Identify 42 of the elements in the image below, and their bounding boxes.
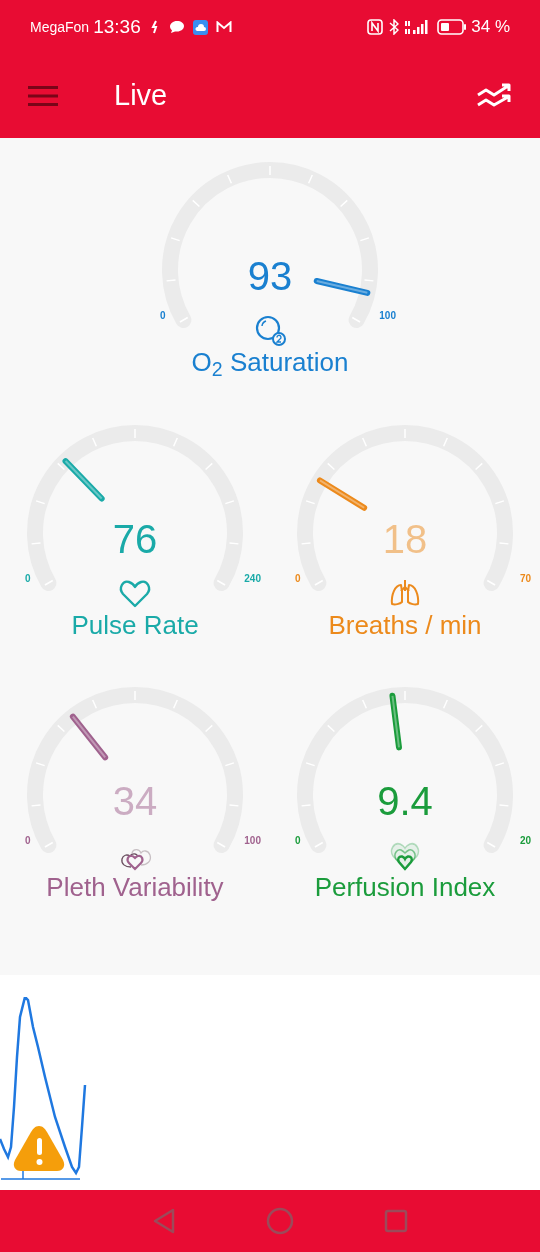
gauge-min: 0 [160, 311, 166, 321]
status-time: 13:36 [93, 14, 141, 39]
gauge-label: Pleth Variability [46, 874, 224, 900]
gauge-max: 100 [379, 311, 396, 321]
gauge-min: 0 [25, 836, 31, 846]
gauge-min: 0 [295, 836, 301, 846]
gauge-max: 240 [244, 574, 261, 584]
home-icon[interactable] [266, 1207, 294, 1235]
gauge-max: 100 [244, 836, 261, 846]
gauge-max: 20 [519, 836, 531, 846]
gauge-min: 0 [295, 574, 301, 584]
notification-icon [150, 20, 159, 34]
battery-icon [437, 19, 468, 35]
gauge-value: 93 [246, 256, 294, 296]
recents-icon[interactable] [384, 1209, 408, 1233]
gauge-needle [62, 458, 105, 502]
carrier-name: MegaFon [30, 17, 90, 37]
gauge-needle [69, 713, 109, 761]
screen-title: Live [114, 78, 168, 114]
chat-icon [168, 20, 185, 34]
gauge-label: Pulse Rate [71, 612, 199, 638]
menu-icon[interactable] [28, 84, 60, 108]
gauge-label: O$_{2}$ Saturation [191, 349, 349, 375]
gauge-label: Perfusion Index [314, 874, 496, 900]
signal-icon [405, 19, 430, 35]
nfc-icon [367, 19, 384, 35]
battery-percent: 34 % [471, 16, 510, 39]
back-icon[interactable] [152, 1208, 176, 1234]
gauge-value: 18 [381, 519, 429, 559]
warning-icon [12, 1124, 66, 1172]
gauge-needle [313, 277, 371, 296]
gauge-min: 0 [25, 574, 31, 584]
gauge-label: Breaths / min [328, 612, 482, 638]
gauge-max: 70 [519, 574, 531, 584]
gauge-needle [316, 477, 368, 511]
gauge-value: 9.4 [376, 781, 434, 821]
gauge-value: 76 [111, 519, 159, 559]
mail-icon [215, 21, 232, 33]
cloud-icon [192, 19, 208, 35]
gauge-value: 34 [111, 781, 159, 821]
bluetooth-icon [389, 19, 400, 35]
gauge-needle [389, 692, 402, 751]
